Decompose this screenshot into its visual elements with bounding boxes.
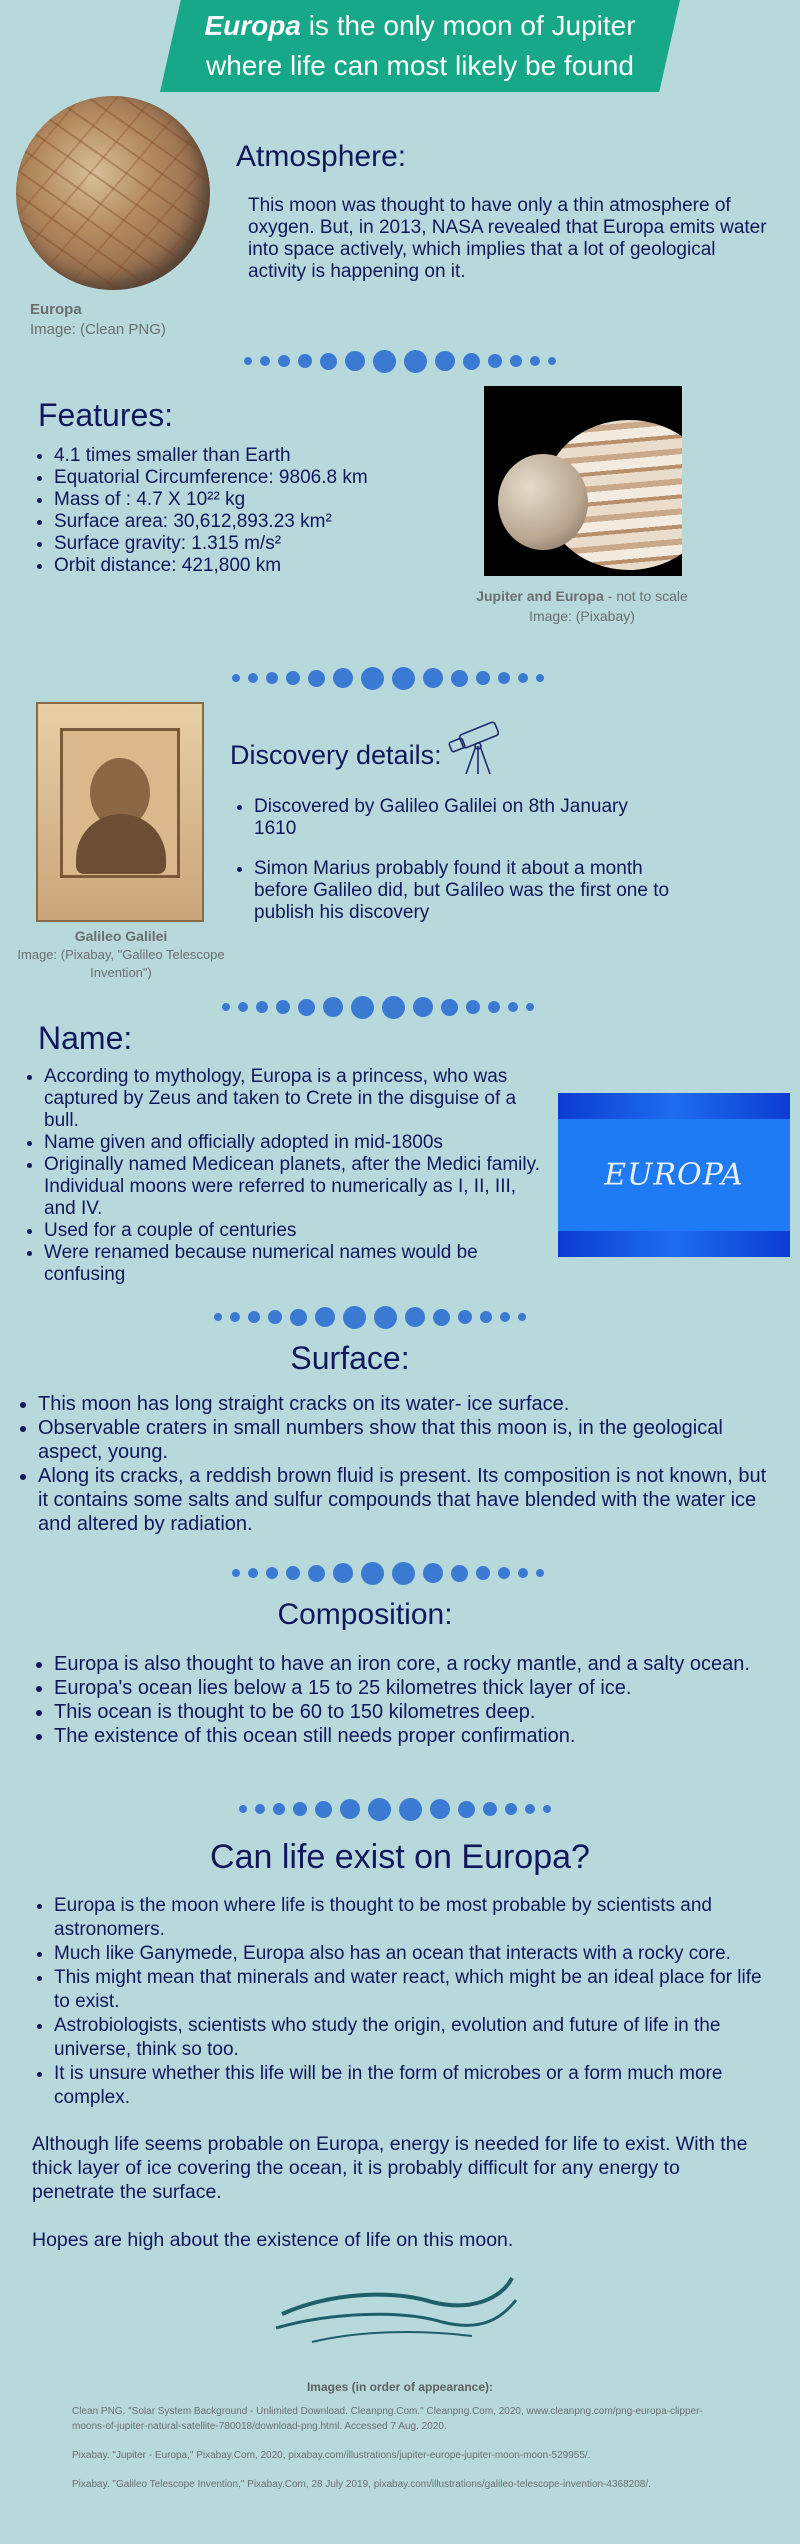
references-list: Clean PNG. "Solar System Background - Un…: [72, 2404, 732, 2492]
features-title: Features:: [38, 397, 174, 433]
divider-dots: [0, 1302, 740, 1332]
composition-title: Composition:: [277, 1598, 453, 1631]
title-line2: where life can most likely be found: [206, 50, 634, 81]
atmosphere-text: This moon was thought to have only a thi…: [248, 195, 767, 282]
list-item: Europa is the moon where life is thought…: [54, 1894, 762, 1942]
list-item: This moon has long straight cracks on it…: [38, 1392, 778, 1416]
list-item: Along its cracks, a reddish brown fluid …: [38, 1464, 778, 1536]
divider-dots: [0, 663, 775, 693]
reference-item: Pixabay. "Galileo Telescope Invention," …: [72, 2479, 651, 2490]
galileo-portrait-image: [36, 702, 204, 922]
list-item: Name given and officially adopted in mid…: [44, 1132, 552, 1154]
name-list: According to mythology, Europa is a prin…: [22, 1066, 552, 1286]
list-item: According to mythology, Europa is a prin…: [44, 1066, 552, 1132]
title-rest: is the only moon of Jupiter: [300, 10, 636, 41]
list-item: It is unsure whether this life will be i…: [54, 2062, 762, 2110]
europa-caption-credit: Image: (Clean PNG): [30, 321, 166, 338]
list-item: Europa is also thought to have an iron c…: [54, 1652, 762, 1676]
jupiter-caption: Jupiter and Europa - not to scale Image:…: [462, 586, 702, 626]
page-title: Europa is the only moon of Jupiter where…: [160, 2, 680, 90]
jupiter-caption-credit: Image: (Pixabay): [529, 608, 635, 624]
list-item: 4.1 times smaller than Earth: [54, 445, 452, 467]
divider-dots: [0, 1558, 775, 1588]
europa-moon-image: [16, 96, 210, 290]
europa-caption: Europa Image: (Clean PNG): [30, 300, 166, 340]
jupiter-europa-image: [484, 386, 682, 576]
list-item: The existence of this ocean still needs …: [54, 1724, 762, 1748]
references-title: Images (in order of appearance):: [306, 2380, 494, 2394]
title-europa: Europa: [204, 10, 301, 41]
galileo-caption-name: Galileo Galilei: [74, 928, 168, 944]
reference-item: Clean PNG. "Solar System Background - Un…: [72, 2406, 703, 2432]
jupiter-caption-name: Jupiter and Europa: [476, 588, 604, 604]
list-item: Astrobiologists, scientists who study th…: [54, 2014, 762, 2062]
galileo-caption: Galileo Galilei Image: (Pixabay, "Galile…: [16, 926, 226, 982]
list-item: Mass of : 4.7 X 10²² kg: [54, 489, 452, 511]
telescope-icon: [448, 721, 500, 775]
list-item: Originally named Medicean planets, after…: [44, 1154, 552, 1220]
list-item: Orbit distance: 421,800 km: [54, 555, 452, 577]
reference-item: Pixabay. "Jupiter - Europa," Pixabay.Com…: [72, 2450, 591, 2461]
list-item: Equatorial Circumference: 9806.8 km: [54, 467, 452, 489]
list-item: Discovered by Galileo Galilei on 8th Jan…: [254, 796, 672, 840]
wave-flourish-icon: [275, 2277, 518, 2343]
discovery-title: Discovery details:: [230, 740, 442, 770]
features-list: 4.1 times smaller than Earth Equatorial …: [32, 445, 452, 577]
list-item: Much like Ganymede, Europa also has an o…: [54, 1942, 762, 1966]
composition-list: Europa is also thought to have an iron c…: [32, 1652, 762, 1748]
galileo-caption-credit: Image: (Pixabay, "Galileo Telescope Inve…: [17, 947, 225, 980]
divider-dots: [0, 346, 800, 376]
life-closing: Hopes are high about the existence of li…: [32, 2229, 514, 2251]
list-item: Were renamed because numerical names wou…: [44, 1242, 552, 1286]
life-title: Can life exist on Europa?: [210, 1838, 590, 1876]
list-item: Observable craters in small numbers show…: [38, 1416, 778, 1464]
list-item: Surface area: 30,612,893.23 km²: [54, 511, 452, 533]
europa-banner-text: EUROPA: [604, 1157, 744, 1193]
surface-title: Surface:: [290, 1340, 410, 1376]
divider-dots: [0, 992, 755, 1022]
list-item: This ocean is thought to be 60 to 150 ki…: [54, 1700, 762, 1724]
list-item: Used for a couple of centuries: [44, 1220, 552, 1242]
europa-caption-name: Europa: [30, 301, 82, 318]
europa-banner-image: EUROPA: [558, 1093, 790, 1257]
list-item: Surface gravity: 1.315 m/s²: [54, 533, 452, 555]
list-item: Europa's ocean lies below a 15 to 25 kil…: [54, 1676, 762, 1700]
divider-dots: [0, 1794, 790, 1824]
atmosphere-title: Atmosphere:: [236, 140, 407, 173]
list-item: This might mean that minerals and water …: [54, 1966, 762, 2014]
life-list: Europa is the moon where life is thought…: [32, 1894, 762, 2110]
discovery-list: Discovered by Galileo Galilei on 8th Jan…: [232, 796, 672, 924]
name-title: Name:: [38, 1020, 133, 1056]
life-paragraph: Although life seems probable on Europa, …: [32, 2133, 748, 2203]
list-item: Simon Marius probably found it about a m…: [254, 858, 672, 924]
jupiter-caption-note: - not to scale: [603, 588, 688, 604]
surface-list: This moon has long straight cracks on it…: [16, 1392, 778, 1536]
